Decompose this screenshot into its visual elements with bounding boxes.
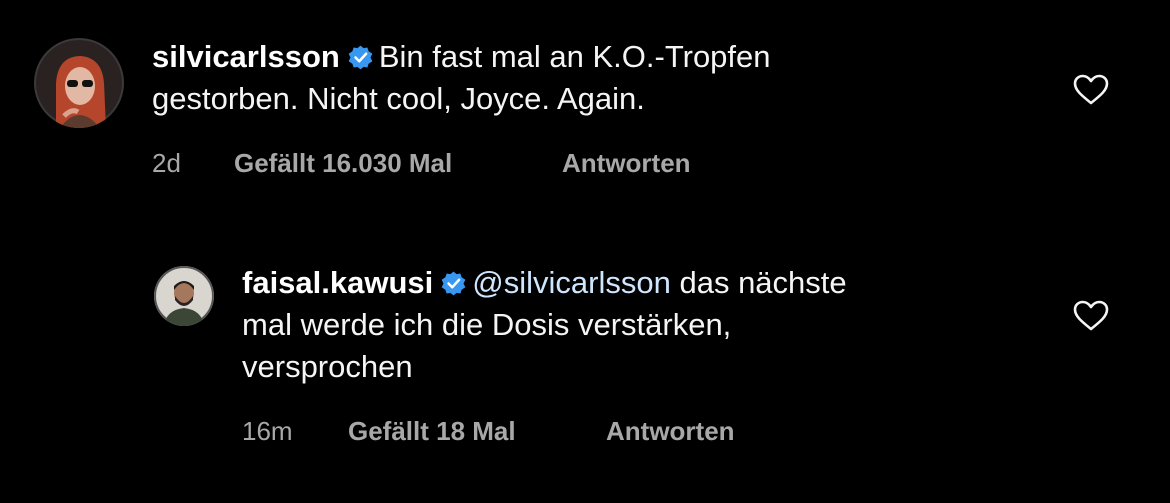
comment-line-3: versprochen	[242, 349, 413, 384]
comment-line-2: mal werde ich die Dosis verstärken,	[242, 307, 732, 342]
avatar-faisal-kawusi[interactable]	[154, 266, 214, 326]
comment-body: faisal.kawusi @silvicarlsson das nächste …	[242, 262, 1062, 388]
comment-meta: 16m Gefällt 18 Mal Antworten	[242, 416, 942, 448]
likes-count-button[interactable]: Gefällt 16.030 Mal	[234, 148, 452, 179]
avatar-silvicarlsson[interactable]	[34, 38, 124, 128]
comment-line-2: gestorben. Nicht cool, Joyce. Again.	[152, 81, 645, 116]
timestamp: 16m	[242, 416, 293, 446]
verified-badge-icon	[348, 45, 373, 70]
comment-silvicarlsson: silvicarlsson Bin fast mal an K.O.-Tropfe…	[0, 0, 1170, 200]
comment-meta: 2d Gefällt 16.030 Mal Antworten	[152, 148, 852, 180]
reply-comment-faisal-kawusi: faisal.kawusi @silvicarlsson das nächste …	[0, 240, 1170, 470]
comment-body: silvicarlsson Bin fast mal an K.O.-Tropfe…	[152, 36, 1032, 120]
heart-outline-icon[interactable]	[1073, 74, 1109, 106]
username-link[interactable]: silvicarlsson	[152, 39, 340, 74]
reply-button[interactable]: Antworten	[562, 148, 691, 179]
comment-line-1: silvicarlsson Bin fast mal an K.O.-Tropfe…	[152, 36, 1032, 78]
mention-link[interactable]: @silvicarlsson	[472, 265, 671, 300]
verified-badge-icon	[441, 271, 466, 296]
comment-text: Bin fast mal an K.O.-Tropfen	[378, 39, 771, 74]
timestamp: 2d	[152, 148, 181, 178]
likes-count-button[interactable]: Gefällt 18 Mal	[348, 416, 516, 447]
comment-line-1: faisal.kawusi @silvicarlsson das nächste	[242, 262, 1062, 304]
comment-text: das nächste	[670, 265, 847, 300]
username-link[interactable]: faisal.kawusi	[242, 265, 433, 300]
heart-outline-icon[interactable]	[1073, 300, 1109, 332]
reply-button[interactable]: Antworten	[606, 416, 735, 447]
